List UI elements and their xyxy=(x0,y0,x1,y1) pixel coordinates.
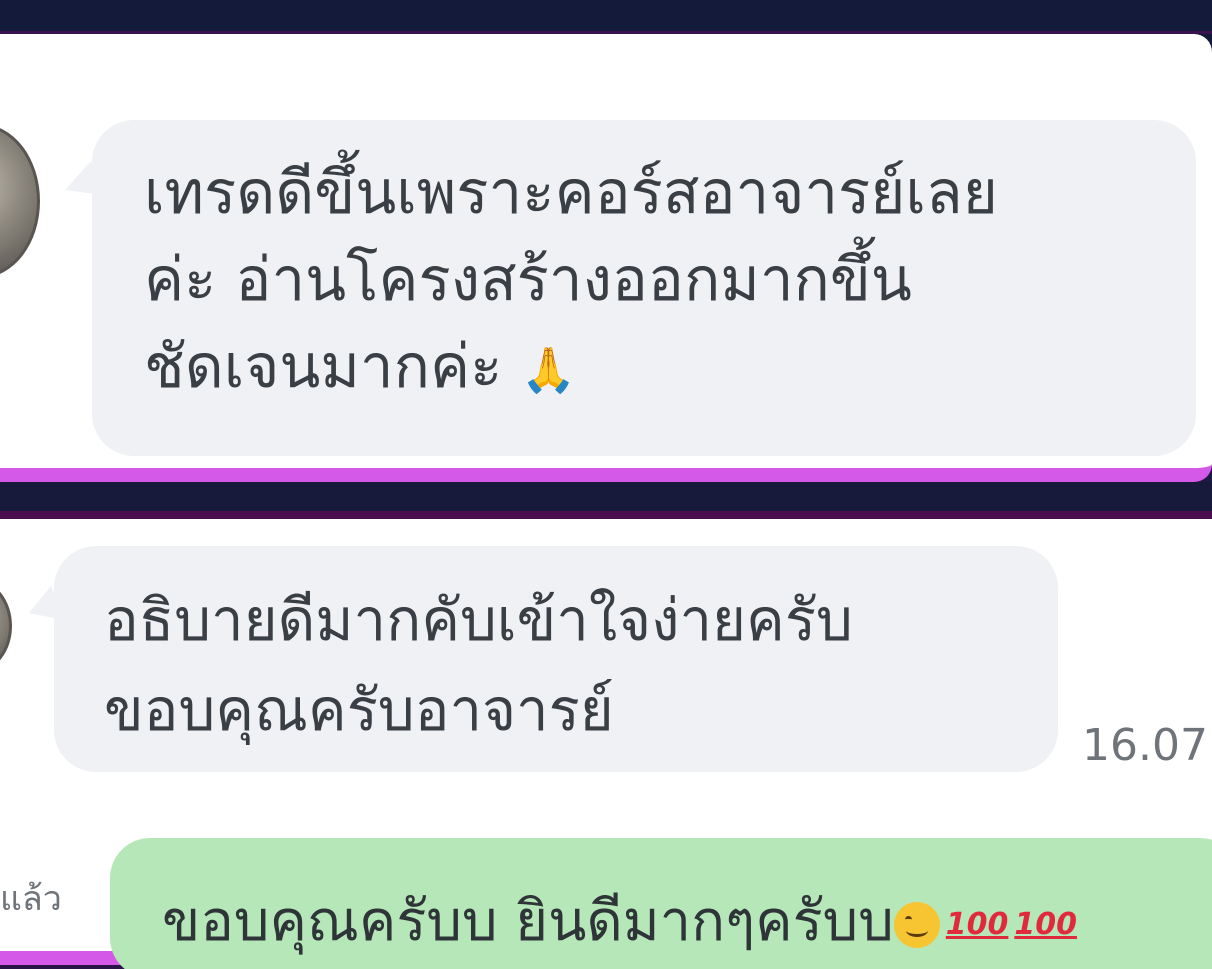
message-line: ขอบคุณครับอาจารย์ xyxy=(104,675,614,744)
chat-panel-first: เทรดดีขึ้นเพราะคอร์สอาจารย์เลย ค่ะ อ่านโ… xyxy=(0,34,1212,482)
top-frame-strip xyxy=(0,0,1212,34)
message-text: ขอบคุณครับบ ยินดีมากๆครับบ 100 100 xyxy=(162,876,1077,965)
message-line: ชัดเจนมากค่ะ xyxy=(144,332,503,402)
message-line: อธิบายดีมากคับเข้าใจง่ายครับ xyxy=(104,586,853,654)
testimonial-screenshot: เทรดดีขึ้นเพราะคอร์สอาจารย์เลย ค่ะ อ่านโ… xyxy=(0,0,1212,969)
message-text: อธิบายดีมากคับเข้าใจง่ายครับ ขอบคุณครับอ… xyxy=(104,576,1044,756)
hundred-points-icon: 100 xyxy=(1014,907,1077,943)
middle-frame-strip xyxy=(0,482,1212,519)
smile-emoji-icon xyxy=(893,901,940,948)
avatar[interactable] xyxy=(0,124,40,278)
message-timestamp: 16.07 xyxy=(1082,720,1208,771)
message-text: เทรดดีขึ้นเพราะคอร์สอาจารย์เลย ค่ะ อ่านโ… xyxy=(144,150,1174,411)
read-status: แล้ว xyxy=(0,879,62,919)
message-line: เทรดดีขึ้นเพราะคอร์สอาจารย์เลย xyxy=(144,158,998,228)
incoming-message-bubble[interactable]: อธิบายดีมากคับเข้าใจง่ายครับ ขอบคุณครับอ… xyxy=(54,546,1058,772)
reply-text: ขอบคุณครับบ ยินดีมากๆครับบ xyxy=(162,889,894,954)
outgoing-message-bubble[interactable]: ขอบคุณครับบ ยินดีมากๆครับบ 100 100 xyxy=(110,838,1212,969)
praying-hands-icon: 🙏 xyxy=(521,344,577,396)
message-line: ค่ะ อ่านโครงสร้างออกมากขึ้น xyxy=(144,245,912,315)
incoming-message-bubble[interactable]: เทรดดีขึ้นเพราะคอร์สอาจารย์เลย ค่ะ อ่านโ… xyxy=(92,120,1196,456)
hundred-points-icon: 100 xyxy=(945,907,1009,943)
